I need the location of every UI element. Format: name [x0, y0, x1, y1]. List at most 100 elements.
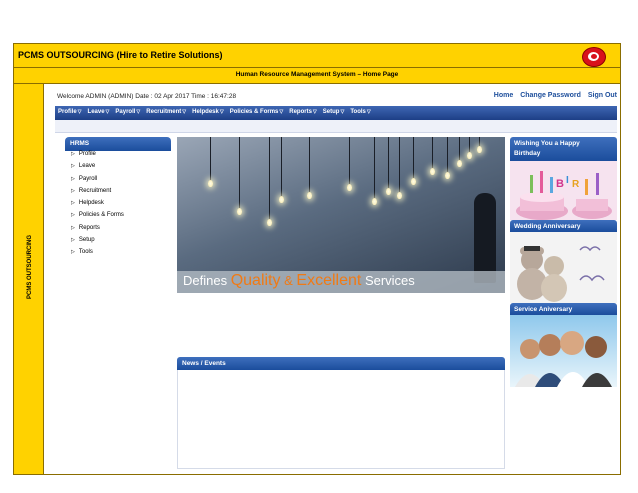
chevron-down-icon: ▽ — [366, 109, 371, 115]
hrms-item-label: Setup — [78, 237, 95, 244]
wedding-anniversary-title: Wedding Anniversary — [514, 223, 581, 230]
subtitle-bar: Human Resource Management System – Home … — [14, 68, 620, 84]
banner-word-quality: Quality — [230, 272, 281, 289]
logo-dot — [591, 54, 597, 59]
menu-item-label: Profile — [58, 109, 77, 115]
bulb-cord — [388, 137, 389, 189]
hrms-item-helpdesk[interactable]: ▷ Helpdesk — [65, 200, 171, 212]
menu-recruitment[interactable]: Recruitment▽ — [143, 106, 189, 115]
menu-payroll[interactable]: Payroll▽ — [112, 106, 143, 115]
hrms-item-label: Recruitment — [78, 187, 112, 194]
top-links: Home Change Password Sign Out — [489, 92, 617, 99]
pcms-logo-icon — [582, 47, 606, 67]
news-events-body — [177, 370, 505, 469]
play-arrow-icon: ▷ — [71, 249, 75, 256]
bulb-cord — [269, 137, 270, 220]
welcome-bar: Welcome ADMIN (ADMIN) Date : 02 Apr 2017… — [55, 89, 617, 105]
hrms-item-setup[interactable]: ▷ Setup — [65, 237, 171, 249]
svg-text:R: R — [572, 179, 580, 190]
change-password-link[interactable]: Change Password — [520, 92, 581, 99]
chevron-down-icon: ▽ — [340, 109, 345, 115]
service-anniversary-image — [510, 315, 617, 387]
banner-word-excellent: Excellent — [296, 272, 362, 289]
sign-out-link[interactable]: Sign Out — [588, 92, 617, 99]
bulb-icon — [457, 160, 462, 167]
hrms-app: Welcome ADMIN (ADMIN) Date : 02 Apr 2017… — [55, 89, 617, 469]
menu-tools[interactable]: Tools▽ — [347, 106, 373, 115]
birthday-title-line1: Wishing You a Happy — [514, 140, 580, 147]
menu-item-label: Leave — [87, 109, 105, 115]
hrms-item-leave[interactable]: ▷ Leave — [65, 163, 171, 175]
bulb-icon — [267, 219, 272, 226]
hrms-item-reports[interactable]: ▷ Reports — [65, 225, 171, 237]
play-arrow-icon: ▷ — [71, 200, 75, 207]
hrms-item-label: Leave — [78, 163, 96, 170]
birthday-title-line2: Birthday — [514, 150, 541, 157]
menu-helpdesk[interactable]: Helpdesk▽ — [189, 106, 227, 115]
bulb-icon — [307, 192, 312, 199]
banner-word: Defines — [183, 273, 231, 288]
wedding-anniversary-image — [510, 232, 617, 303]
hrms-item-policies-forms[interactable]: ▷ Policies & Forms — [65, 212, 171, 224]
hrms-item-tools[interactable]: ▷ Tools — [65, 249, 171, 261]
hrms-panel-header: HRMS — [65, 137, 171, 151]
chevron-down-icon: ▽ — [136, 109, 141, 115]
menu-setup[interactable]: Setup▽ — [320, 106, 348, 115]
chevron-down-icon: ▽ — [279, 109, 284, 115]
birthday-cake-illustration: B I R — [510, 161, 617, 220]
hrms-item-label: Reports — [78, 224, 100, 231]
hrms-item-label: Tools — [78, 249, 93, 256]
chevron-down-icon: ▽ — [312, 109, 317, 115]
birthday-image: B I R — [510, 161, 617, 220]
menu-item-label: Tools — [350, 109, 366, 115]
bulb-cord — [239, 137, 240, 209]
bulb-icon — [445, 172, 450, 179]
chevron-down-icon: ▽ — [182, 109, 187, 115]
page-subtitle: Human Resource Management System – Home … — [235, 71, 399, 78]
bulb-cord — [349, 137, 350, 185]
home-link[interactable]: Home — [494, 92, 513, 99]
title-bar: PCMS OUTSOURCING (Hire to Retire Solutio… — [14, 44, 620, 68]
bulb-cord — [374, 137, 375, 199]
news-events-title: News / Events — [182, 360, 226, 367]
hrms-item-profile[interactable]: ▷ Profile — [65, 151, 171, 163]
hrms-item-payroll[interactable]: ▷ Payroll — [65, 176, 171, 188]
bulb-icon — [467, 152, 472, 159]
play-arrow-icon: ▷ — [71, 237, 75, 244]
bulb-icon — [208, 180, 213, 187]
hrms-item-label: Payroll — [78, 175, 98, 182]
bulb-icon — [347, 184, 352, 191]
menu-item-label: Reports — [289, 109, 312, 115]
businessman-figure — [474, 193, 496, 283]
play-arrow-icon: ▷ — [71, 212, 75, 219]
birthday-header: Wishing You a Happy Birthday — [510, 137, 617, 161]
hrms-item-label: Helpdesk — [78, 200, 104, 207]
page-title: PCMS OUTSOURCING (Hire to Retire Solutio… — [18, 50, 223, 60]
play-arrow-icon: ▷ — [71, 224, 75, 231]
team-photo-illustration — [515, 331, 612, 387]
menu-reports[interactable]: Reports▽ — [286, 106, 320, 115]
bulb-cord — [210, 137, 211, 181]
menu-item-label: Recruitment — [146, 109, 182, 115]
chevron-down-icon: ▽ — [219, 109, 224, 115]
side-strip: PCMS OUTSOURCING — [14, 84, 44, 474]
page-frame: PCMS OUTSOURCING (Hire to Retire Solutio… — [13, 43, 621, 475]
bulb-icon — [372, 198, 377, 205]
hrms-item-label: Profile — [78, 151, 96, 157]
hrms-item-recruitment[interactable]: ▷ Recruitment — [65, 188, 171, 200]
menu-leave[interactable]: Leave▽ — [85, 106, 113, 115]
service-anniversary-title: Service Aniversary — [514, 306, 573, 313]
bulb-cord — [399, 137, 400, 193]
menu-item-label: Helpdesk — [192, 109, 219, 115]
bulb-cord — [281, 137, 282, 197]
menu-policies-forms[interactable]: Policies & Forms▽ — [227, 106, 287, 115]
main-menu: Profile▽ Leave▽ Payroll▽ Recruitment▽ He… — [55, 106, 617, 120]
play-arrow-icon: ▷ — [71, 187, 75, 194]
banner-ampersand: & — [280, 273, 297, 288]
menu-profile[interactable]: Profile▽ — [55, 106, 85, 115]
bulb-icon — [397, 192, 402, 199]
play-arrow-icon: ▷ — [71, 151, 75, 157]
bulb-icon — [477, 146, 482, 153]
hrms-title: HRMS — [70, 140, 90, 147]
bulb-icon — [237, 208, 242, 215]
